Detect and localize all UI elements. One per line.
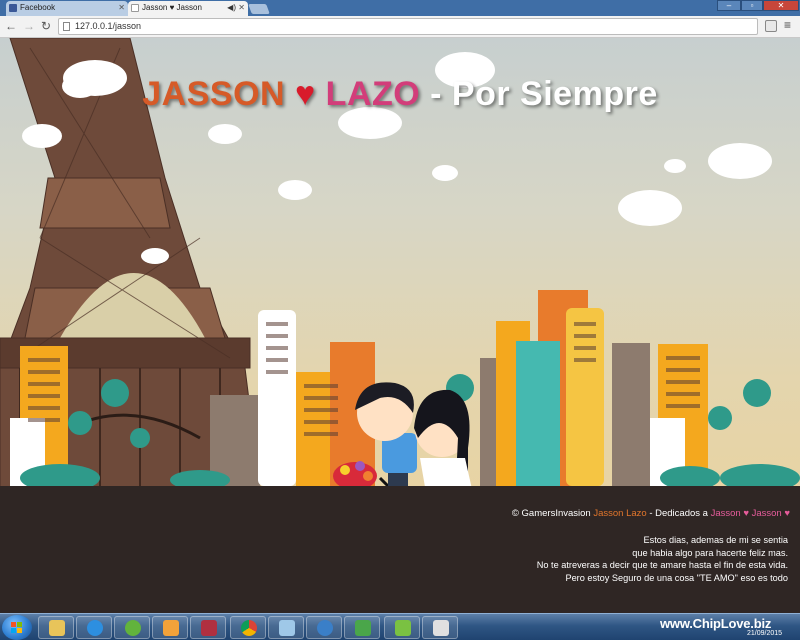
minimize-button[interactable]: ‒ [717,0,741,11]
maximize-button[interactable]: ▫ [741,0,763,11]
facebook-icon [9,4,17,12]
browser-toolbar: ← → ↻ 127.0.0.1/jasson ≡ [0,16,800,38]
chrome-icon [241,620,257,636]
forward-arrow-icon[interactable]: → [23,19,35,33]
credit-dedicatee: Jasson ♥ Jasson [710,508,782,519]
folder-icon [49,620,65,636]
title-name-2: LAZO [325,75,421,113]
taskbar: www.ChipLove.biz 21/09/2015 [0,613,800,640]
start-button[interactable] [2,615,32,640]
play-icon [163,620,179,636]
windows-logo-icon [11,622,22,633]
bluestacks-icon [395,620,411,636]
title-name-1: JASSON [142,75,286,113]
close-tab-icon[interactable]: ✕ [238,1,245,15]
close-tab-icon[interactable]: ✕ [118,1,125,15]
credit-author: Jasson Lazo [593,508,647,519]
url-text: 127.0.0.1/jasson [75,21,142,31]
title-tagline: - Por Siempre [420,75,658,113]
close-window-button[interactable]: ✕ [763,0,799,11]
reload-icon[interactable]: ↻ [41,19,51,33]
page-title: JASSON ♥ LAZO - Por Siempre [0,75,800,114]
tab-facebook[interactable]: Facebook ✕ [6,1,128,16]
poem-line: Estos dias, ademas de mi se sentia [643,535,788,545]
poem-line: No te atreveras a decir que te amare has… [536,560,788,571]
taskbar-bluestacks[interactable] [384,616,420,639]
tab-jasson[interactable]: Jasson ♥ Jasson ◀) ✕ [128,1,248,16]
taskbar-paint[interactable] [422,616,458,639]
extension-icon[interactable] [765,20,777,32]
footer: © GamersInvasion Jasson Lazo - Dedicados… [0,486,800,613]
credit-line: © GamersInvasion Jasson Lazo - Dedicados… [512,508,790,519]
page-icon [131,4,139,12]
ie-icon [87,620,103,636]
poem-text: Estos dias, ademas de mi se sentia que h… [537,534,788,584]
tab-strip: Facebook ✕ Jasson ♥ Jasson ◀) ✕ ‒ ▫ ✕ [0,0,800,16]
game-icon [201,620,217,636]
taskbar-game[interactable] [190,616,226,639]
tab-label: Jasson ♥ Jasson [142,3,202,12]
credit-middle: - Dedicados a [649,508,708,519]
back-arrow-icon[interactable]: ← [5,19,17,33]
network-icon [317,620,333,636]
heart-icon: ♥ [784,508,790,519]
tab-label: Facebook [20,3,56,12]
notes-icon [279,620,295,636]
menu-icon[interactable]: ≡ [784,18,791,32]
taskbar-media-player[interactable] [152,616,188,639]
speaker-icon: ◀) [227,3,236,12]
page-icon [63,22,70,31]
poem-line: Pero estoy Seguro de una cosa "TE AMO" e… [565,572,788,583]
paint-icon [433,620,449,636]
taskbar-network[interactable] [306,616,342,639]
clock-date: 21/09/2015 [747,630,783,637]
heart-icon: ♥ [295,75,316,113]
poem-line: que habia algo para hacerte feliz mas. [632,547,788,558]
watermark-brand: www.ChipLove.biz [660,616,772,631]
utorrent-icon [125,620,141,636]
credit-prefix: © GamersInvasion [511,508,591,519]
new-tab-button[interactable] [248,4,270,14]
taskbar-notes[interactable] [268,616,304,639]
taskbar-monitor[interactable] [344,616,380,639]
address-bar[interactable]: 127.0.0.1/jasson [58,18,758,35]
monitor-icon [355,620,371,636]
taskbar-explorer[interactable] [38,616,74,639]
taskbar-utorrent[interactable] [114,616,150,639]
taskbar-internet-explorer[interactable] [76,616,112,639]
page-viewport: JASSON ♥ LAZO - Por Siempre © GamersInva… [0,38,800,613]
taskbar-chrome[interactable] [230,616,266,639]
